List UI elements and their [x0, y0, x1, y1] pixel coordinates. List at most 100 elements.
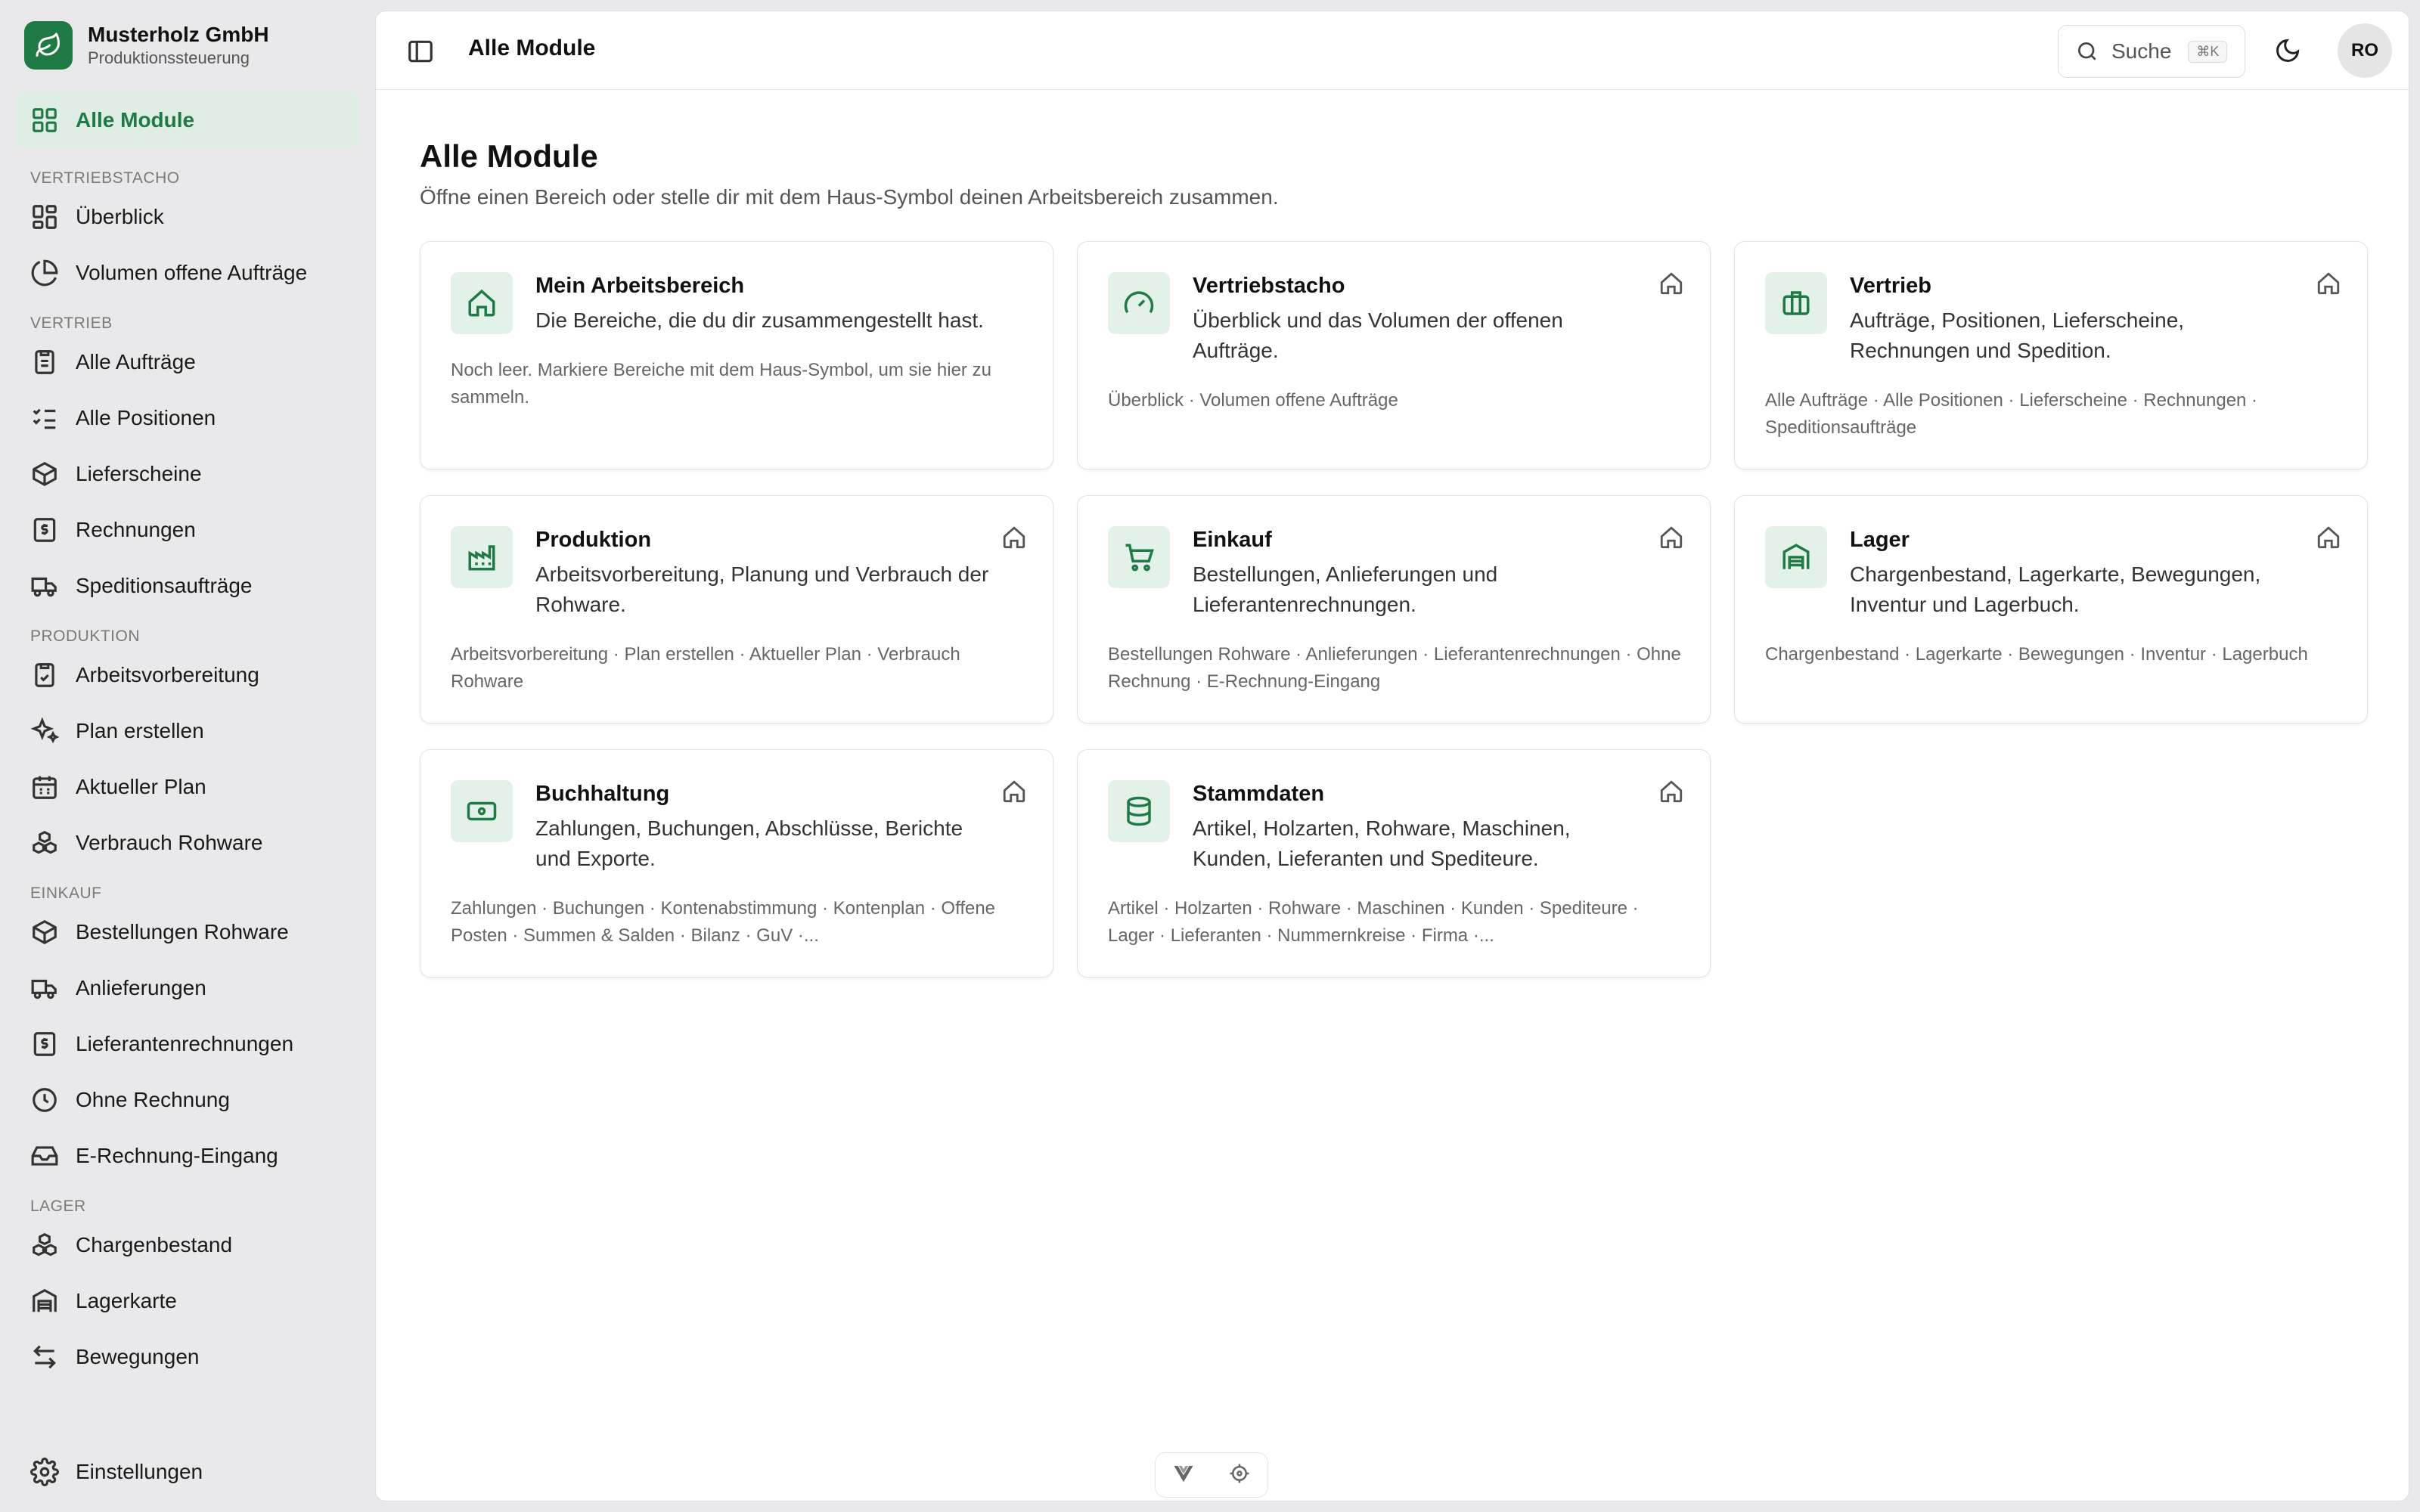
card-title: Vertrieb: [1850, 274, 1931, 298]
calendar-icon: [30, 773, 59, 801]
sidebar-item-verbrauch-rohware[interactable]: Verbrauch Rohware: [15, 815, 360, 871]
moon-icon[interactable]: [2274, 37, 2301, 64]
sidebar-item-label: Volumen offene Aufträge: [76, 261, 308, 284]
home-icon: [451, 272, 513, 334]
card-links: Überblick · Volumen offene Aufträge: [1108, 390, 1398, 411]
card-title: Stammdaten: [1193, 782, 1325, 806]
search-shortcut: ⌘K: [2188, 40, 2228, 63]
search-label: Suche: [2111, 39, 2172, 63]
card-links: Noch leer. Markiere Bereiche mit dem Hau…: [451, 360, 991, 407]
sidebar-item-bewegungen[interactable]: Bewegungen: [15, 1329, 360, 1385]
module-card-produktion[interactable]: Produktion Arbeitsvorbereitung, Planung …: [420, 495, 1053, 723]
sidebar-item-lieferscheine[interactable]: Lieferscheine: [15, 446, 360, 502]
sidebar-item-ueberblick[interactable]: Überblick: [15, 189, 360, 245]
card-links: Chargenbestand · Lagerkarte · Bewegungen…: [1765, 644, 2308, 665]
card-description: Chargenbestand, Lagerkarte, Bewegungen, …: [1850, 562, 2261, 616]
crosshair-icon[interactable]: [1228, 1462, 1251, 1489]
search-button[interactable]: Suche ⌘K: [2058, 25, 2245, 78]
card-title: Vertriebstacho: [1193, 274, 1345, 298]
card-title: Buchhaltung: [535, 782, 670, 806]
cart-icon: [1108, 526, 1170, 588]
arrows-icon: [30, 1343, 59, 1371]
sidebar-item-label: Alle Aufträge: [76, 350, 196, 373]
gauge-icon: [1108, 272, 1170, 334]
module-card-lager[interactable]: Lager Chargenbestand, Lagerkarte, Bewegu…: [1734, 495, 2368, 723]
home-pin-icon[interactable]: [1658, 525, 1684, 550]
card-links: Bestellungen Rohware · Anlieferungen · L…: [1108, 644, 1681, 692]
sidebar-item-label: Plan erstellen: [76, 719, 204, 742]
sidebar-item-alle-module[interactable]: Alle Module: [15, 92, 360, 148]
sidebar-item-label: Speditionsaufträge: [76, 574, 253, 597]
boxes-icon: [30, 829, 59, 857]
sidebar-item-label: Rechnungen: [76, 518, 196, 541]
sidebar-item-anlieferungen[interactable]: Anlieferungen: [15, 960, 360, 1016]
module-card-buchhaltung[interactable]: Buchhaltung Zahlungen, Buchungen, Abschl…: [420, 749, 1053, 978]
sidebar-item-label: Alle Module: [76, 108, 195, 132]
sidebar-item-label: Verbrauch Rohware: [76, 831, 263, 854]
nav-section-title: VERTRIEBSTACHO: [30, 169, 180, 187]
nav-section-title: LAGER: [30, 1198, 86, 1215]
sidebar-item-aktueller-plan[interactable]: Aktueller Plan: [15, 759, 360, 815]
topbar: Alle Module Suche ⌘K RO: [376, 11, 2409, 90]
card-links: Alle Aufträge · Alle Positionen · Liefer…: [1765, 390, 2258, 438]
sidebar-item-alle-auftraege[interactable]: Alle Aufträge: [15, 334, 360, 390]
card-description: Überblick und das Volumen der offenen Au…: [1193, 308, 1563, 362]
page-subtitle: Öffne einen Bereich oder stelle dir mit …: [420, 185, 1279, 209]
home-pin-icon[interactable]: [2316, 525, 2341, 550]
brand[interactable]: Musterholz GmbH Produktionssteuerung: [24, 21, 269, 70]
card-title: Einkauf: [1193, 528, 1272, 552]
sidebar-item-label: Bestellungen Rohware: [76, 920, 289, 943]
nav-section-title: EINKAUF: [30, 885, 102, 902]
warehouse-icon: [30, 1287, 59, 1315]
package-icon: [30, 918, 59, 947]
home-pin-icon[interactable]: [1658, 271, 1684, 296]
inbox-icon: [30, 1142, 59, 1170]
sidebar-item-ohne-rechnung[interactable]: Ohne Rechnung: [15, 1072, 360, 1128]
search-icon: [2075, 39, 2099, 64]
home-pin-icon[interactable]: [2316, 271, 2341, 296]
sidebar-toggle-icon[interactable]: [406, 37, 435, 66]
receipt-dollar-icon: [30, 1030, 59, 1058]
sidebar-item-speditionsauftraege[interactable]: Speditionsaufträge: [15, 558, 360, 614]
avatar[interactable]: RO: [2338, 23, 2392, 78]
sidebar-item-settings[interactable]: Einstellungen: [15, 1444, 360, 1500]
leaf-logo-icon: [24, 21, 73, 70]
sidebar-item-label: Arbeitsvorbereitung: [76, 663, 259, 686]
sidebar-item-label: Alle Positionen: [76, 406, 216, 429]
sparkles-icon: [30, 717, 59, 745]
module-card-einkauf[interactable]: Einkauf Bestellungen, Anlieferungen und …: [1077, 495, 1711, 723]
card-title: Mein Arbeitsbereich: [535, 274, 745, 298]
sidebar-item-label: E-Rechnung-Eingang: [76, 1144, 278, 1167]
sidebar-item-plan-erstellen[interactable]: Plan erstellen: [15, 703, 360, 759]
card-description: Arbeitsvorbereitung, Planung und Verbrau…: [535, 562, 989, 616]
list-checks-icon: [30, 404, 59, 432]
sidebar-item-label: Aktueller Plan: [76, 775, 206, 798]
home-pin-icon[interactable]: [1001, 525, 1027, 550]
sidebar-item-label: Anlieferungen: [76, 976, 206, 999]
nav-section-title: VERTRIEB: [30, 314, 113, 332]
sidebar-item-lagerkarte[interactable]: Lagerkarte: [15, 1273, 360, 1329]
sidebar-item-alle-positionen[interactable]: Alle Positionen: [15, 390, 360, 446]
vue-logo-icon[interactable]: [1172, 1462, 1195, 1489]
module-card-vertrieb[interactable]: Vertrieb Aufträge, Positionen, Liefersch…: [1734, 241, 2368, 469]
card-description: Die Bereiche, die du dir zusammengestell…: [535, 308, 984, 332]
briefcase-icon: [1765, 272, 1827, 334]
sidebar-item-label: Chargenbestand: [76, 1233, 233, 1256]
sidebar-item-arbeitsvorbereitung[interactable]: Arbeitsvorbereitung: [15, 647, 360, 703]
module-card-mein-arbeitsbereich[interactable]: Mein Arbeitsbereich Die Bereiche, die du…: [420, 241, 1053, 469]
sidebar-item-bestellungen-rohware[interactable]: Bestellungen Rohware: [15, 904, 360, 960]
grid-icon: [30, 106, 59, 135]
clipboard-list-icon: [30, 348, 59, 376]
sidebar-item-e-rechnung[interactable]: E-Rechnung-Eingang: [15, 1128, 360, 1184]
sidebar-item-lieferantenrechnungen[interactable]: Lieferantenrechnungen: [15, 1016, 360, 1072]
sidebar-item-rechnungen[interactable]: Rechnungen: [15, 502, 360, 558]
home-pin-icon[interactable]: [1001, 779, 1027, 804]
sidebar-item-volumen[interactable]: Volumen offene Aufträge: [15, 245, 360, 301]
boxes-icon: [30, 1231, 59, 1259]
clock-icon: [30, 1086, 59, 1114]
home-pin-icon[interactable]: [1658, 779, 1684, 804]
module-card-stammdaten[interactable]: Stammdaten Artikel, Holzarten, Rohware, …: [1077, 749, 1711, 978]
module-card-vertriebstacho[interactable]: Vertriebstacho Überblick und das Volumen…: [1077, 241, 1711, 469]
gear-icon: [30, 1458, 59, 1486]
sidebar-item-chargenbestand[interactable]: Chargenbestand: [15, 1217, 360, 1273]
